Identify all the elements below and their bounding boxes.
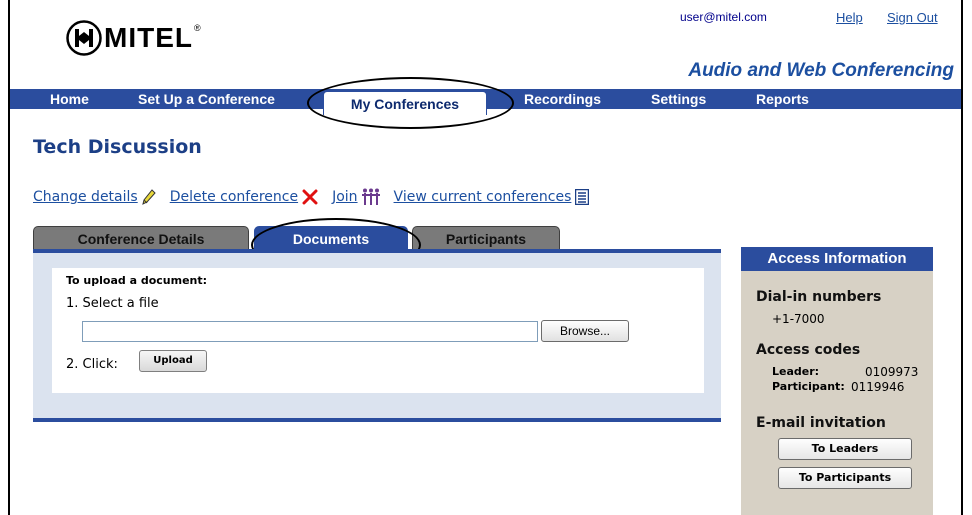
participant-label: Participant: [772, 380, 845, 393]
email-participants-button[interactable]: To Participants [778, 467, 912, 489]
mitel-logo-icon [66, 20, 102, 56]
delete-conference-link[interactable]: Delete conference [170, 189, 298, 205]
view-current-conferences-link[interactable]: View current conferences [394, 189, 572, 205]
participant-code: 0119946 [851, 380, 905, 394]
pencil-icon [141, 189, 156, 205]
nav-recordings[interactable]: Recordings [524, 89, 601, 109]
conference-actions: Change details Delete conference Join Vi… [33, 186, 603, 208]
list-icon [575, 189, 590, 205]
nav-settings[interactable]: Settings [651, 89, 706, 109]
dial-in-number: +1-7000 [772, 312, 825, 326]
join-link[interactable]: Join [332, 189, 357, 205]
page-title: Tech Discussion [33, 136, 202, 158]
leader-code: 0109973 [865, 365, 919, 379]
browse-button[interactable]: Browse... [541, 320, 629, 342]
dial-in-heading: Dial-in numbers [756, 289, 882, 305]
page: MITEL ® user@mitel.com Help Sign Out Aud… [0, 0, 972, 515]
panel-bottom-rule [33, 418, 721, 422]
logo-wordmark: MITEL [104, 22, 193, 53]
help-link[interactable]: Help [836, 10, 863, 25]
nav-setup-conference[interactable]: Set Up a Conference [138, 89, 275, 109]
join-people-icon [361, 188, 380, 205]
nav-home[interactable]: Home [50, 89, 89, 109]
access-codes-heading: Access codes [756, 342, 861, 358]
access-information-header: Access Information [741, 247, 933, 271]
delete-x-icon [302, 189, 318, 205]
user-email: user@mitel.com [680, 10, 767, 24]
file-path-input[interactable] [82, 321, 538, 342]
email-leaders-button[interactable]: To Leaders [778, 438, 912, 460]
participant-code-label: Participant: [772, 380, 845, 393]
leader-code-label: Leader: [772, 365, 819, 378]
step-2-label: 2. Click: [66, 357, 118, 372]
change-details-link[interactable]: Change details [33, 189, 138, 205]
step-1-label: 1. Select a file [66, 296, 159, 311]
nav-my-conferences[interactable]: My Conferences [323, 91, 487, 115]
upload-heading: To upload a document: [66, 274, 208, 287]
right-border [961, 0, 963, 515]
tagline: Audio and Web Conferencing [688, 60, 954, 81]
mitel-logo: MITEL ® [66, 20, 201, 56]
leader-label: Leader: [772, 365, 820, 378]
nav-reports[interactable]: Reports [756, 89, 809, 109]
tab-participants[interactable]: Participants [412, 226, 560, 250]
sign-out-link[interactable]: Sign Out [887, 10, 938, 25]
registered-mark: ® [194, 23, 201, 33]
left-border [8, 0, 10, 515]
tab-conference-details[interactable]: Conference Details [33, 226, 249, 250]
email-invitation-heading: E-mail invitation [756, 415, 886, 431]
upload-button[interactable]: Upload [139, 350, 207, 372]
